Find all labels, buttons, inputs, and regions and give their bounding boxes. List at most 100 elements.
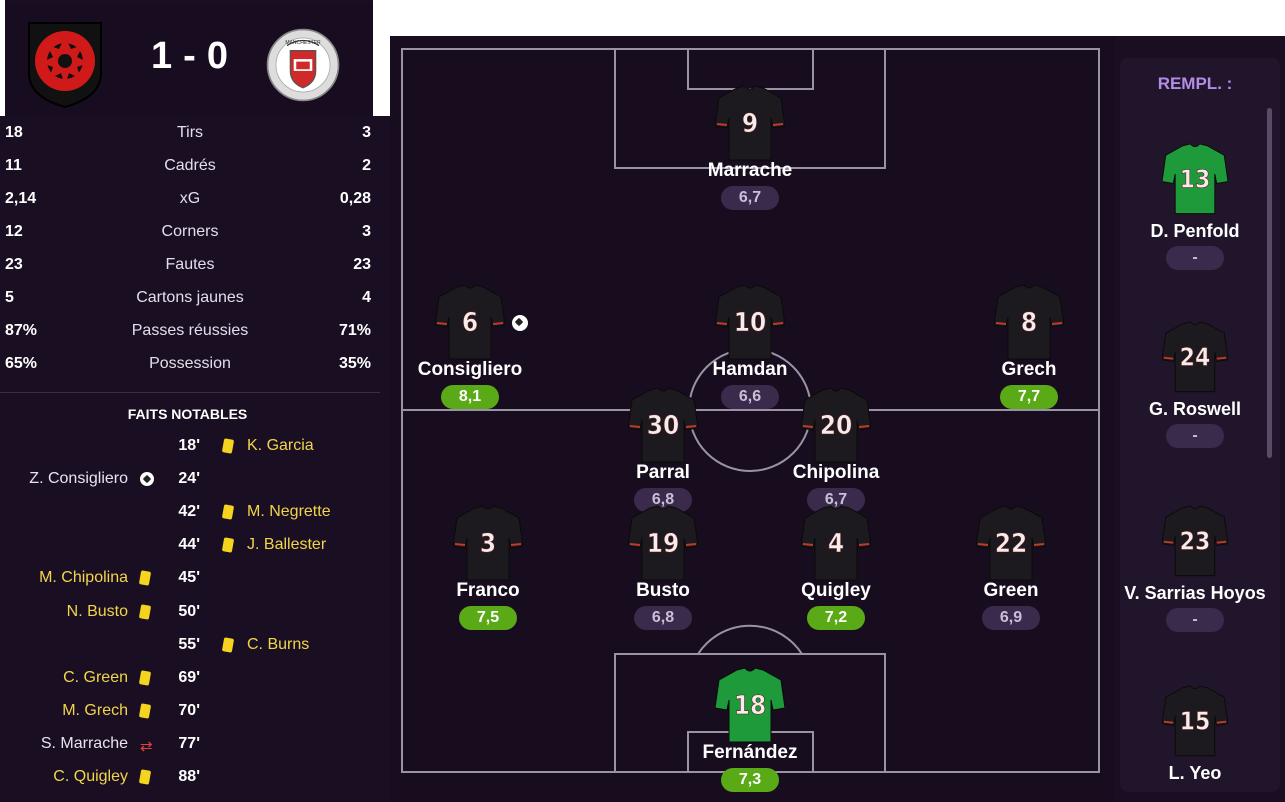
score-separator: - [183,35,197,77]
event-icon-wrap [138,703,152,723]
stat-row: 5 Cartons jaunes 4 [0,281,380,314]
shirt-icon: 3 [453,505,523,581]
player-rating: 7,3 [721,768,779,792]
shirt-icon: 10 [715,284,785,360]
player-rating: 7,2 [807,606,865,630]
player-card[interactable]: 30 Parral 6,8 [593,386,733,512]
event-icon-wrap [138,669,152,690]
player-name: Franco [456,580,520,601]
event-player[interactable]: M. Chipolina [39,569,128,587]
match-stats: 18 Tirs 3 11 Cadrés 2 2,14 xG 0,28 12 Corners 3 23 Fa… [0,116,380,380]
event-icon-wrap [221,537,235,557]
shirt-number: 3 [480,529,496,559]
player-card[interactable]: 18 Fernández 7,3 [680,666,820,792]
away-crest-icon: MANCHESTER [266,28,340,102]
event-row: 50' N. Busto [0,603,380,633]
sub-player-card[interactable]: 13 D. Penfold - [1120,142,1270,270]
event-player[interactable]: C. Green [63,669,128,687]
player-rating: 8,1 [441,385,499,409]
shirt-icon: 4 [801,505,871,581]
player-name: Green [983,580,1039,601]
event-player[interactable]: M. Grech [62,702,128,720]
player-card[interactable]: 19 Busto 6,8 [593,504,733,630]
yellow-card-icon [221,438,235,454]
player-card[interactable]: 9 Marrache 6,7 [680,84,820,210]
event-player[interactable]: C. Quigley [53,768,128,786]
stat-label: Passes réussies [131,322,249,339]
yellow-card-icon [138,703,152,719]
substitution-icon: ⇄ [140,737,153,755]
event-player[interactable]: C. Burns [247,636,309,654]
event-player[interactable]: S. Marrache [41,735,128,753]
player-name: Grech [1001,359,1057,380]
player-rating: 6,8 [634,606,692,630]
player-card[interactable]: 20 Chipolina 6,7 [766,386,906,512]
shirt-icon: 15 [1161,685,1229,757]
stats-divider [0,392,380,393]
sub-player-card[interactable]: 24 G. Roswell - [1120,320,1270,448]
stat-row: 2,14 xG 0,28 [0,182,380,215]
shirt-number: 24 [1180,342,1211,371]
shirt-number: 15 [1180,706,1211,735]
stat-label: xG [179,190,201,207]
event-row: 44' J. Ballester [0,536,380,566]
home-crest-icon [28,22,102,109]
sub-player-rating: - [1166,423,1224,448]
goalkeeper-shirt-icon: 13 [1161,143,1229,215]
event-row: 45' M. Chipolina [0,569,380,599]
shirt-number: 22 [995,529,1028,559]
player-name: Consigliero [417,359,523,380]
player-name: Hamdan [712,359,788,380]
player-card[interactable]: 3 Franco 7,5 [418,504,558,630]
stat-away-value: 71% [338,322,371,339]
player-card[interactable]: 6 Consigliero 8,1 [400,283,540,409]
sub-player-card[interactable]: 23 V. Sarrias Hoyos - [1120,504,1270,632]
shirt-number: 30 [647,411,680,441]
yellow-card-icon [138,603,152,620]
score: 1-0 [135,35,245,78]
shirt-number: 19 [647,529,680,559]
home-score: 1 [151,35,174,77]
stat-row: 23 Fautes 23 [0,248,380,281]
player-card[interactable]: 4 Quigley 7,2 [766,504,906,630]
sub-player-card[interactable]: 15 L. Yeo [1120,684,1270,784]
event-player[interactable]: M. Negrette [247,503,331,521]
away-score: 0 [206,35,229,77]
shirt-icon: 30 [628,387,698,463]
event-player[interactable]: N. Busto [67,603,128,621]
event-minute: 69' [178,668,200,686]
player-card[interactable]: 22 Green 6,9 [941,504,1081,630]
event-icon-wrap [138,603,152,624]
yellow-card-icon [221,636,235,653]
stat-label: Cartons jaunes [136,289,244,306]
stat-row: 87% Passes réussies 71% [0,314,380,347]
event-minute: 88' [178,768,200,785]
event-minute: 45' [178,569,200,587]
goalkeeper-shirt-icon: 18 [715,667,785,743]
event-player[interactable]: J. Ballester [247,536,326,554]
event-row: 18' K. Garcia [0,437,380,467]
event-player[interactable]: K. Garcia [247,437,314,455]
event-row: 77' S. Marrache ⇄ [0,735,380,765]
player-card[interactable]: 8 Grech 7,7 [959,283,1099,409]
event-minute: 44' [178,536,200,554]
shirt-icon: 6 [435,284,505,360]
stat-label: Corners [161,223,219,240]
stat-away-value: 2 [362,157,371,174]
stat-label: Cadrés [164,157,216,174]
event-minute: 24' [178,470,200,488]
stat-away-value: 23 [353,256,371,273]
event-minute: 42' [178,503,200,521]
sub-player-rating: - [1166,245,1224,270]
yellow-card-icon [138,570,152,587]
shirt-number: 20 [820,411,853,441]
event-icon-wrap [221,438,235,458]
yellow-card-icon [221,537,235,554]
event-row: 69' C. Green [0,669,380,699]
yellow-card-icon [221,504,235,520]
player-name: Quigley [801,580,871,601]
player-rating: 6,7 [721,186,779,210]
player-rating: 7,5 [459,606,517,630]
shirt-icon: 19 [628,505,698,581]
event-player[interactable]: Z. Consigliero [29,470,128,488]
